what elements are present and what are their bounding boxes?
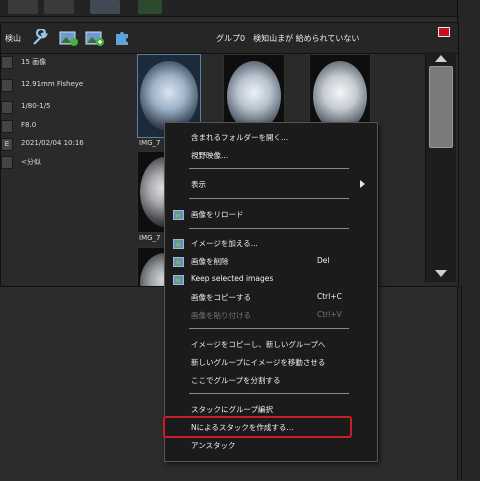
aperture-info: F8.0 (21, 121, 37, 129)
right-edge-panel (457, 0, 480, 480)
thumbnail-label: IMG_7 (139, 139, 161, 147)
image-icon (173, 210, 184, 220)
thumbnail-label: IMG_7 (139, 234, 161, 242)
panel-header: 検山 グルプ0 検知山まが 給められていない (1, 23, 458, 54)
menu-item-label: 視野映像... (191, 151, 229, 160)
menu-item-label: 含まれるフォルダーを開く... (191, 133, 289, 142)
menu-item-label: イメージを加える... (191, 239, 258, 248)
menu-separator (189, 393, 349, 394)
menu-item-copy-to-new-group[interactable]: イメージをコピーし、新しいグループへ (165, 336, 377, 352)
menu-item-label: 新しいグループにイメージを移動させる (191, 358, 326, 367)
menu-item-label: Keep selected images (191, 274, 274, 283)
duration-info: <分似 (21, 158, 41, 166)
menu-item-unstack[interactable]: アンスタック (165, 437, 377, 453)
image-add-icon[interactable] (85, 29, 104, 47)
menu-item-add-images[interactable]: イメージを加える... (165, 235, 377, 251)
menu-item-label: スタックにグループ編択 (191, 405, 274, 414)
info-row-duration: <分似 (1, 154, 126, 170)
gear-icon[interactable] (90, 0, 120, 14)
info-badge (1, 56, 13, 69)
menu-item-label: イメージをコピーし、新しいグループへ (191, 340, 326, 349)
info-badge (1, 101, 13, 114)
menu-separator (189, 198, 349, 199)
menu-item-reload[interactable]: 画像をリロード (165, 206, 377, 222)
menu-item-paste[interactable]: 画像を貼り付ける Ctrl+V (165, 307, 377, 323)
menu-item-label: アンスタック (191, 441, 236, 450)
menu-item-view[interactable]: 視野映像... (165, 147, 377, 163)
submenu-arrow-icon (360, 180, 365, 188)
menu-item-label: 画像を貼り付ける (191, 311, 251, 320)
vertical-scrollbar[interactable] (425, 52, 456, 282)
menu-item-move-to-new-group[interactable]: 新しいグループにイメージを移動させる (165, 354, 377, 370)
menu-item-copy[interactable]: 画像をコピーする Ctrl+C (165, 289, 377, 305)
divider (461, 285, 462, 480)
menu-item-display[interactable]: 表示 (165, 176, 377, 192)
images-icon[interactable] (8, 0, 38, 14)
scroll-up-icon[interactable] (435, 55, 447, 62)
top-toolbar (0, 0, 480, 17)
image-keep-icon (173, 275, 184, 285)
scroll-down-icon[interactable] (435, 270, 447, 277)
people-icon[interactable] (44, 0, 74, 14)
info-badge (1, 156, 13, 169)
menu-item-group-to-stack[interactable]: スタックにグループ編択 (165, 401, 377, 417)
menu-shortcut: Del (317, 256, 330, 265)
image-edit-icon[interactable] (59, 29, 78, 47)
info-row-lens: 12.91mm Fisheye (1, 77, 126, 93)
info-badge (1, 79, 13, 92)
shutter-info: 1/80-1/5 (21, 102, 51, 110)
menu-item-label: 画像をコピーする (191, 293, 251, 302)
fisheye-image (313, 61, 367, 131)
menu-item-delete[interactable]: 画像を削除 Del (165, 253, 377, 269)
info-badge (1, 120, 13, 133)
menu-item-split-group[interactable]: ここでグループを分割する (165, 372, 377, 388)
menu-item-open-folder[interactable]: 含まれるフォルダーを開く... (165, 129, 377, 145)
menu-separator (189, 168, 349, 169)
menu-shortcut: Ctrl+V (317, 310, 342, 319)
image-delete-icon (173, 257, 184, 267)
menu-shortcut: Ctrl+C (317, 292, 342, 301)
info-row-count: 15 画像 (1, 54, 126, 70)
menu-item-label: 画像をリロード (191, 210, 244, 219)
image-add-icon (173, 239, 184, 249)
highlight-box (163, 416, 352, 438)
menu-item-label: 表示 (191, 180, 206, 189)
image-count: 15 画像 (21, 58, 47, 66)
menu-item-keep-selected[interactable]: Keep selected images (165, 271, 377, 287)
info-row-shutter: 1/80-1/5 (1, 99, 126, 115)
context-menu: 含まれるフォルダーを開く... 視野映像... 表示 画像をリロード イメージを… (164, 122, 378, 462)
fisheye-image (227, 61, 281, 131)
info-row-aperture: F8.0 (1, 118, 126, 134)
search-label: 検山 (5, 34, 21, 43)
close-button[interactable] (438, 27, 450, 37)
thumbnail-5[interactable] (137, 247, 190, 313)
date-info: 2021/02/04 10:16 (21, 139, 84, 147)
wrench-icon[interactable] (31, 27, 49, 47)
menu-separator (189, 228, 349, 229)
traffic-icon[interactable] (138, 0, 162, 14)
group-title: グルプ0 検知山まが 給められていない (216, 34, 360, 43)
lens-info: 12.91mm Fisheye (21, 80, 84, 88)
menu-item-label: 画像を削除 (191, 257, 229, 266)
scroll-thumb[interactable] (429, 66, 453, 148)
puzzle-icon[interactable] (113, 29, 131, 47)
menu-separator (189, 328, 349, 329)
info-badge: E (1, 138, 13, 151)
menu-item-label: ここでグループを分割する (191, 376, 281, 385)
fisheye-image (140, 61, 198, 131)
info-row-date: E 2021/02/04 10:16 (1, 136, 126, 152)
thumbnail-4[interactable] (137, 151, 190, 233)
